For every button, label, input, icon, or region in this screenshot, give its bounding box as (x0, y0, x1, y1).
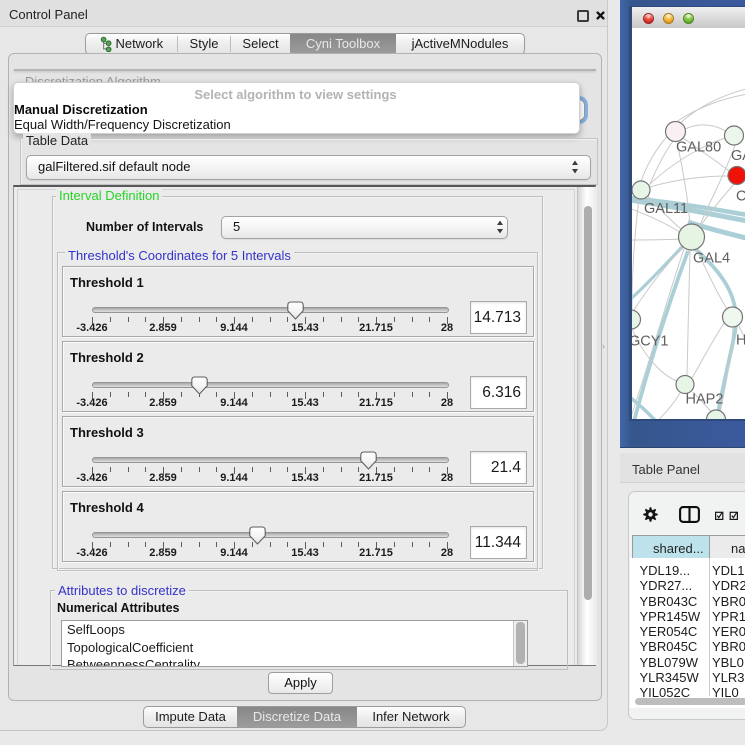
svg-text:GAL11: GAL11 (644, 201, 688, 217)
svg-text:GAL80: GAL80 (676, 140, 721, 156)
svg-text:GAL4: GAL4 (693, 251, 730, 267)
svg-text:GCY1: GCY1 (632, 334, 669, 350)
svg-text:C: C (736, 189, 745, 205)
svg-text:GA: GA (731, 148, 745, 164)
svg-text:HAP2: HAP2 (686, 392, 724, 408)
svg-text:H: H (736, 333, 745, 349)
